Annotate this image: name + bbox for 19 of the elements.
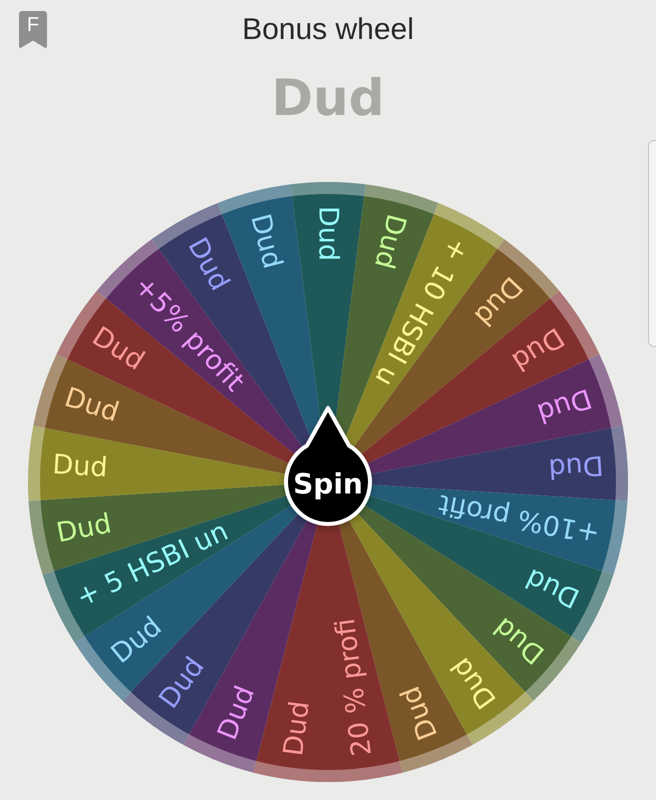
segment-label: Dud bbox=[181, 232, 236, 296]
page-title: Bonus wheel bbox=[241, 13, 415, 47]
segment-label: Dud bbox=[54, 508, 114, 549]
segment-label: Dud bbox=[312, 206, 344, 262]
segment-label: Dud bbox=[60, 382, 123, 428]
segment-label: Dud bbox=[278, 699, 316, 758]
segment-label: Dud bbox=[533, 382, 596, 428]
segment-label: Dud bbox=[368, 210, 412, 272]
segment-label: Dud bbox=[394, 682, 444, 744]
segment-label: Dud bbox=[244, 210, 288, 272]
segment-label: Dud bbox=[52, 449, 108, 484]
segment-label: Dud bbox=[521, 562, 584, 614]
result-text: Dud bbox=[272, 70, 384, 126]
segment-label: +10% profit bbox=[436, 488, 602, 549]
segment-label: 20 % profi bbox=[330, 616, 378, 758]
spin-button[interactable]: Spin bbox=[284, 406, 372, 526]
segment-label: Dud bbox=[548, 449, 604, 484]
segment-label: Dud bbox=[212, 682, 262, 744]
segment-label: Dud bbox=[506, 321, 570, 377]
